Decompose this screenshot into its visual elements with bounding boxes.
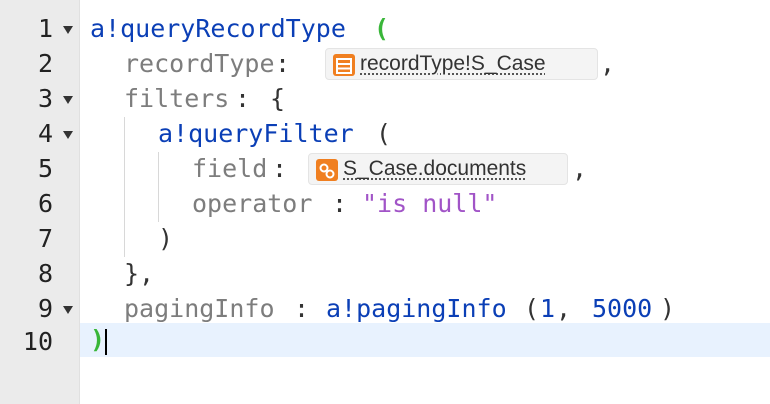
parameter-name: field: [192, 154, 268, 183]
record-type-token[interactable]: recordType!S_Case: [325, 48, 598, 80]
gutter-row-6: 6: [0, 187, 79, 221]
code-line-10-active[interactable]: ): [80, 323, 770, 357]
number-literal: 1: [540, 294, 556, 323]
function-name: a!queryFilter: [158, 119, 354, 148]
line-number: 8: [37, 259, 53, 288]
text-cursor: [105, 329, 107, 355]
gutter-row-5: 5: [0, 152, 79, 186]
gutter-row-10: 10: [0, 325, 79, 359]
line-number: 7: [37, 224, 53, 253]
comma: ,: [556, 294, 572, 323]
open-paren: (: [376, 119, 392, 148]
field-token[interactable]: S_Case.documents: [308, 153, 568, 185]
open-brace: {: [270, 84, 286, 113]
number-literal: 5000: [592, 294, 653, 323]
colon: :: [294, 294, 310, 323]
function-name: a!queryRecordType: [90, 14, 346, 43]
code-line-4[interactable]: a!queryFilter (: [80, 117, 770, 151]
field-label: S_Case.documents: [343, 157, 527, 180]
line-number: 2: [37, 49, 53, 78]
fold-arrow-icon[interactable]: [63, 131, 73, 139]
code-line-7[interactable]: ): [80, 222, 770, 256]
expression-editor[interactable]: 1 2 3 4 5 6 7 8 9 10 a!queryRecordType (…: [0, 0, 770, 404]
relationship-link-icon: [316, 159, 338, 181]
code-line-8[interactable]: },: [80, 257, 770, 291]
gutter-row-9: 9: [0, 292, 79, 326]
code-line-9[interactable]: pagingInfo : a!pagingInfo ( 1 , 5000 ): [80, 292, 770, 326]
matched-close-paren: ): [90, 325, 106, 354]
fold-arrow-icon[interactable]: [63, 96, 73, 104]
colon: :: [332, 189, 348, 218]
function-name: a!pagingInfo: [326, 294, 507, 323]
comma: ,: [572, 154, 588, 183]
gutter-row-3: 3: [0, 82, 79, 116]
comma: ,: [600, 49, 616, 78]
record-type-icon: [333, 54, 355, 76]
line-number: 6: [37, 189, 53, 218]
line-number: 9: [37, 294, 53, 323]
colon: :: [275, 49, 291, 78]
gutter-row-1: 1: [0, 12, 79, 46]
parameter-name: recordType: [124, 49, 275, 78]
parameter-name: pagingInfo: [124, 294, 275, 323]
line-number: 3: [37, 84, 53, 113]
line-number: 10: [22, 327, 53, 356]
code-line-3[interactable]: filters : {: [80, 82, 770, 116]
code-line-6[interactable]: operator : "is null": [80, 187, 770, 221]
line-number: 5: [37, 154, 53, 183]
fold-arrow-icon[interactable]: [63, 26, 73, 34]
close-paren: ): [158, 224, 174, 253]
string-literal: "is null": [362, 189, 498, 218]
close-paren: ): [660, 294, 676, 323]
colon: :: [272, 154, 288, 183]
fold-arrow-icon[interactable]: [63, 306, 73, 314]
line-number: 4: [37, 119, 53, 148]
parameter-name: filters: [124, 84, 230, 113]
gutter-row-4: 4: [0, 117, 79, 151]
open-paren: (: [524, 294, 540, 323]
line-number-gutter: 1 2 3 4 5 6 7 8 9 10: [0, 0, 80, 404]
gutter-row-2: 2: [0, 47, 79, 81]
matched-open-paren: (: [374, 14, 390, 43]
gutter-row-7: 7: [0, 222, 79, 256]
parameter-name: operator: [192, 189, 313, 218]
gutter-row-8: 8: [0, 257, 79, 291]
close-brace: },: [124, 259, 155, 288]
code-line-1[interactable]: a!queryRecordType (: [80, 12, 770, 46]
line-number: 1: [37, 14, 53, 43]
record-type-label: recordType!S_Case: [360, 52, 546, 75]
colon: :: [235, 84, 251, 113]
